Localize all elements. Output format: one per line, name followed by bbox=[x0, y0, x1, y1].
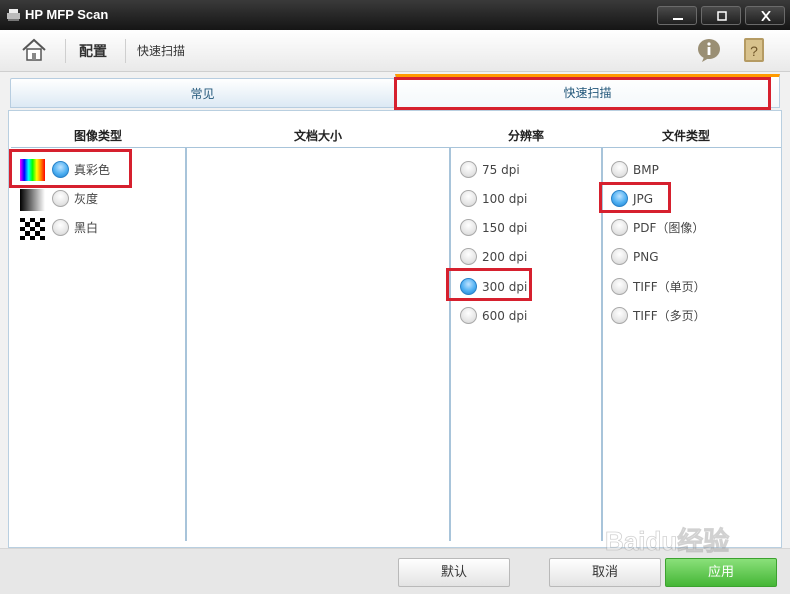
maximize-button[interactable] bbox=[701, 6, 741, 25]
radio-res-75[interactable]: 75 dpi bbox=[460, 160, 580, 180]
radio-image-black-white[interactable]: 黑白 bbox=[52, 218, 142, 238]
breadcrumb-quick-scan[interactable]: 快速扫描 bbox=[137, 42, 185, 59]
header-file-type: 文件类型 bbox=[661, 129, 710, 143]
radio-icon[interactable] bbox=[611, 278, 628, 295]
info-icon[interactable] bbox=[696, 37, 722, 63]
highlight-300-dpi bbox=[446, 268, 532, 301]
option-label: TIFF（多页） bbox=[633, 309, 706, 323]
option-label: TIFF（单页） bbox=[633, 280, 706, 294]
window-title: HP MFP Scan bbox=[25, 7, 109, 22]
radio-icon[interactable] bbox=[460, 307, 477, 324]
radio-file-tiff-single[interactable]: TIFF（单页） bbox=[611, 277, 761, 297]
option-label: 100 dpi bbox=[482, 192, 528, 206]
option-label: 黑白 bbox=[74, 221, 99, 235]
option-label: 200 dpi bbox=[482, 250, 528, 264]
radio-file-bmp[interactable]: BMP bbox=[611, 160, 761, 180]
baidu-watermark-logo: Baidu经验 bbox=[605, 526, 730, 557]
minimize-icon bbox=[673, 18, 683, 20]
close-icon bbox=[761, 11, 771, 21]
breadcrumb-config[interactable]: 配置 bbox=[79, 41, 107, 61]
option-label: 150 dpi bbox=[482, 221, 528, 235]
grayscale-swatch-icon bbox=[20, 189, 45, 211]
radio-icon[interactable] bbox=[611, 161, 628, 178]
column-divider bbox=[185, 148, 187, 541]
radio-icon[interactable] bbox=[460, 248, 477, 265]
tab-normal[interactable]: 常见 bbox=[10, 78, 395, 108]
radio-file-tiff-multi[interactable]: TIFF（多页） bbox=[611, 306, 761, 326]
toolbar-divider bbox=[125, 39, 126, 63]
option-label: BMP bbox=[633, 163, 659, 177]
option-label: PDF（图像） bbox=[633, 221, 705, 235]
scan-window: HP MFP Scan 配置 快速扫描 ? 常见 快速扫描 图像类型 文档大小 … bbox=[0, 0, 790, 594]
radio-res-100[interactable]: 100 dpi bbox=[460, 189, 580, 209]
cancel-button[interactable]: 取消 bbox=[549, 558, 661, 587]
column-divider bbox=[449, 148, 451, 541]
help-book-icon[interactable]: ? bbox=[742, 37, 766, 63]
default-button[interactable]: 默认 bbox=[398, 558, 510, 587]
header-resolution: 分辨率 bbox=[507, 129, 544, 143]
header-document-size: 文档大小 bbox=[293, 129, 342, 143]
highlight-true-color bbox=[9, 149, 132, 188]
minimize-button[interactable] bbox=[657, 6, 697, 25]
header-divider bbox=[11, 147, 781, 148]
radio-res-200[interactable]: 200 dpi bbox=[460, 247, 580, 267]
toolbar: 配置 快速扫描 ? bbox=[0, 30, 790, 72]
radio-image-grayscale[interactable]: 灰度 bbox=[52, 189, 142, 209]
close-button[interactable] bbox=[745, 6, 785, 25]
radio-file-pdf[interactable]: PDF（图像） bbox=[611, 218, 761, 238]
radio-icon[interactable] bbox=[611, 219, 628, 236]
radio-icon[interactable] bbox=[52, 190, 69, 207]
title-bar: HP MFP Scan bbox=[0, 0, 790, 30]
highlight-quick-scan-tab bbox=[394, 77, 771, 110]
radio-icon[interactable] bbox=[611, 307, 628, 324]
highlight-jpg bbox=[599, 182, 671, 213]
radio-icon[interactable] bbox=[460, 190, 477, 207]
option-label: 600 dpi bbox=[482, 309, 528, 323]
option-label: PNG bbox=[633, 250, 659, 264]
radio-icon[interactable] bbox=[460, 161, 477, 178]
header-image-type: 图像类型 bbox=[73, 129, 122, 143]
toolbar-divider bbox=[65, 39, 66, 63]
radio-res-600[interactable]: 600 dpi bbox=[460, 306, 580, 326]
radio-icon[interactable] bbox=[460, 219, 477, 236]
option-label: 75 dpi bbox=[482, 163, 520, 177]
maximize-icon bbox=[717, 11, 727, 21]
radio-res-150[interactable]: 150 dpi bbox=[460, 218, 580, 238]
svg-text:?: ? bbox=[750, 43, 758, 59]
scanner-icon bbox=[7, 9, 20, 21]
radio-icon[interactable] bbox=[52, 219, 69, 236]
apply-button[interactable]: 应用 bbox=[665, 558, 777, 587]
svg-text:Baidu经验: Baidu经验 bbox=[605, 526, 729, 556]
radio-file-png[interactable]: PNG bbox=[611, 247, 761, 267]
option-label: 灰度 bbox=[74, 192, 99, 206]
radio-icon[interactable] bbox=[611, 248, 628, 265]
black-white-swatch-icon bbox=[20, 218, 45, 240]
home-icon[interactable] bbox=[20, 36, 48, 64]
